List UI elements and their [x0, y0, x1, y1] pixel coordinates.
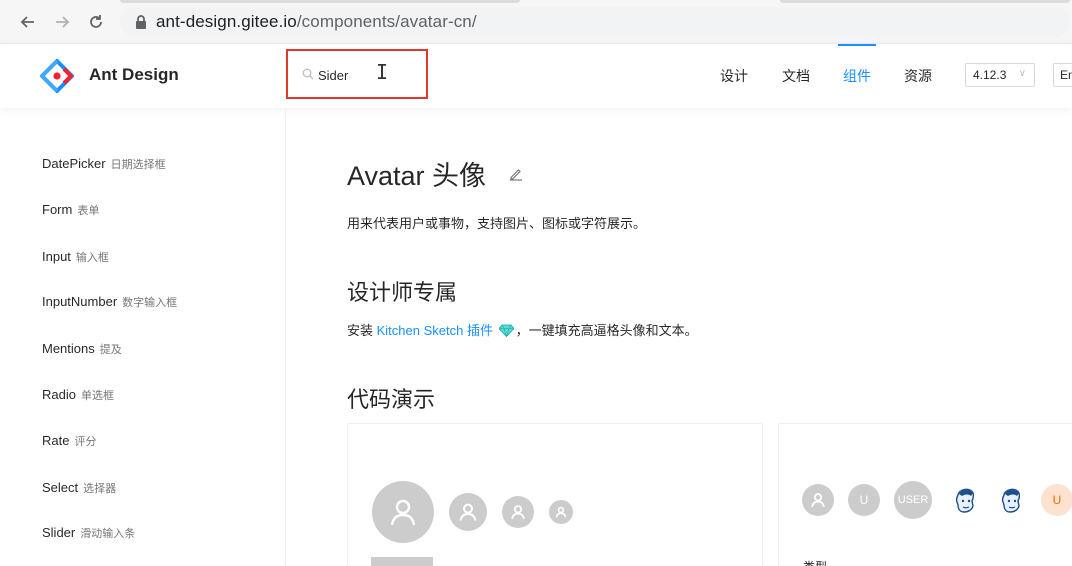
ant-design-logo-icon[interactable] [40, 59, 74, 93]
forward-icon[interactable] [51, 11, 73, 33]
version-value: 4.12.3 [973, 68, 1007, 82]
square-avatar-partial [371, 557, 433, 566]
sidebar-item-label: Slider [42, 525, 76, 540]
search-input[interactable] [318, 66, 418, 84]
url-path: /components/avatar-cn/ [296, 12, 477, 31]
reload-icon[interactable] [85, 11, 107, 33]
menu-item-design[interactable]: 设计 [720, 66, 748, 86]
menu-active-indicator [838, 44, 876, 46]
sidebar-item-label: Form [42, 202, 73, 217]
sidebar-item-cn-label: 提及 [99, 344, 122, 356]
code-demo-heading: 代码演示 [347, 387, 436, 412]
profile-image-icon [1001, 488, 1021, 513]
sidebar-item-radio[interactable]: Radio 单选框 [42, 387, 114, 403]
profile-image-icon [955, 488, 975, 513]
url-host: ant-design.gitee.io [156, 12, 297, 31]
gem-icon [498, 324, 514, 337]
sidebar-item-label: Radio [42, 387, 76, 402]
avatar-small [549, 500, 573, 524]
avatar-large [372, 481, 434, 543]
browser-toolbar: ant-design.gitee.io/components/avatar-cn… [0, 0, 1072, 44]
user-icon [811, 493, 825, 508]
sidebar-item-cn-label: 日期选择框 [110, 159, 166, 171]
site-header: Ant Design I 设计 文档 组件 资源 4.12.3 ∨ En [0, 44, 1072, 108]
sketch-suffix: ，一键填充高逼格头像和文本。 [515, 323, 698, 338]
url-text[interactable]: ant-design.gitee.io/components/avatar-cn… [156, 12, 477, 32]
avatar-letter-u-orange: U [1041, 484, 1072, 516]
sidebar-item-label: Input [42, 249, 71, 264]
sidebar-item-select[interactable]: Select 选择器 [42, 480, 116, 496]
version-select[interactable]: 4.12.3 ∨ [965, 63, 1035, 87]
avatar-text-user: USER [894, 481, 932, 519]
lock-icon[interactable] [134, 14, 148, 30]
language-button[interactable]: En [1053, 63, 1072, 87]
user-icon [555, 506, 567, 518]
page-title: Avatar 头像 [347, 161, 487, 191]
sidebar-item-label: InputNumber [42, 294, 118, 309]
menu-item-components[interactable]: 组件 [843, 66, 871, 86]
sketch-prefix: 安装 [347, 323, 377, 338]
sidebar-item-cn-label: 表单 [77, 205, 100, 217]
sketch-plugin-text: 安装 Kitchen Sketch 插件 ，一键填充高逼格头像和文本。 [347, 320, 698, 339]
sidebar-item-inputnumber[interactable]: InputNumber 数字输入框 [42, 294, 177, 310]
user-icon [459, 503, 477, 521]
avatar-text: USER [897, 494, 929, 506]
designer-heading: 设计师专属 [347, 280, 458, 305]
browser-tab-edge [120, 0, 520, 3]
page-description: 用来代表用户或事物，支持图片、图标或字符展示。 [347, 216, 647, 231]
brand-name[interactable]: Ant Design [89, 65, 179, 85]
avatar-image-2 [994, 483, 1028, 517]
edit-icon[interactable] [508, 165, 524, 181]
demo-card-basic [347, 423, 763, 566]
back-icon[interactable] [17, 11, 39, 33]
sidebar-item-input[interactable]: Input 输入框 [42, 249, 109, 265]
browser-tab-edge-2 [780, 0, 1070, 3]
sidebar-item-label: Rate [42, 433, 70, 448]
type-label: 类型 ⌄ [803, 558, 840, 566]
avatar-text: U [1052, 493, 1062, 507]
sidebar-menu: DatePicker 日期选择框 Form 表单 Input 输入框 InputNum… [0, 108, 286, 566]
avatar-icon-type [802, 484, 834, 516]
sidebar-item-cn-label: 数字输入框 [122, 297, 178, 309]
kitchen-sketch-link[interactable]: Kitchen Sketch 插件 [377, 323, 493, 338]
menu-item-resources[interactable]: 资源 [904, 66, 932, 86]
sidebar-item-cn-label: 选择器 [83, 483, 117, 495]
search-icon [302, 68, 314, 80]
demo-card-types: U USER U [778, 423, 1072, 566]
avatar-image-1 [948, 483, 982, 517]
chevron-down-icon: ∨ [1018, 68, 1026, 79]
avatar-letter-u: U [848, 484, 880, 516]
user-icon [511, 505, 525, 520]
sidebar-item-cn-label: 单选框 [80, 390, 114, 402]
avatar-text: U [859, 493, 869, 507]
sidebar-item-mentions[interactable]: Mentions 提及 [42, 341, 122, 357]
sidebar-item-slider[interactable]: Slider 滑动输入条 [42, 525, 135, 541]
avatar-default [449, 493, 487, 531]
text-cursor-icon: I [376, 60, 389, 84]
sidebar-item-label: DatePicker [42, 156, 106, 171]
sidebar-item-label: Mentions [42, 341, 95, 356]
sidebar-item-cn-label: 评分 [74, 436, 97, 448]
user-icon [390, 499, 416, 526]
sidebar-item-cn-label: 滑动输入条 [80, 528, 136, 540]
avatar-medium [502, 496, 534, 528]
menu-item-docs[interactable]: 文档 [782, 66, 810, 86]
sidebar-item-form[interactable]: Form 表单 [42, 202, 99, 218]
sidebar-item-label: Select [42, 480, 79, 495]
sidebar-item-cn-label: 输入框 [75, 252, 109, 264]
sidebar-item-datepicker[interactable]: DatePicker 日期选择框 [42, 156, 166, 172]
sidebar-item-rate[interactable]: Rate 评分 [42, 433, 96, 449]
